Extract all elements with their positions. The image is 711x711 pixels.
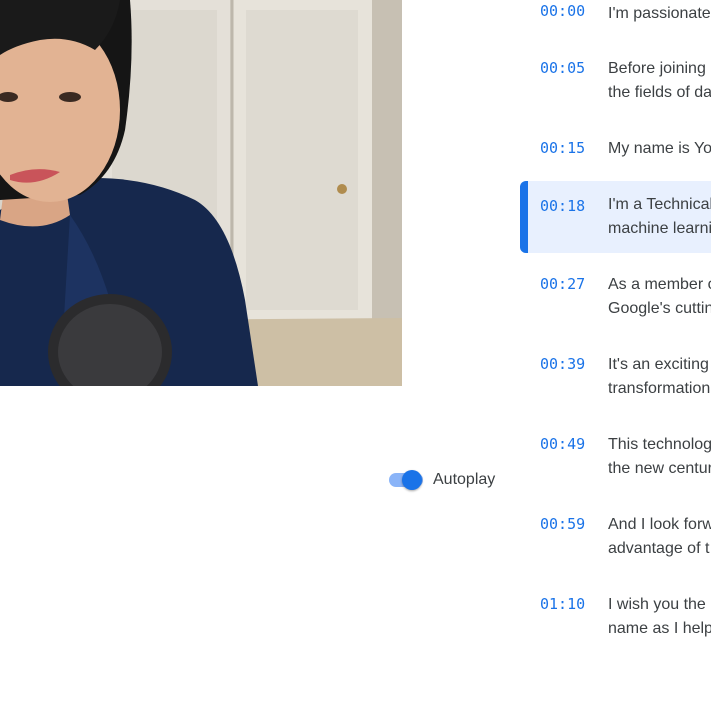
transcript-text: My name is Yo (608, 140, 711, 157)
transcript-text: Before joining the fields of da (608, 60, 711, 101)
timestamp-link[interactable]: 00:39 (540, 355, 585, 373)
transcript-text: As a member o Google's cuttin (608, 276, 711, 317)
transcript-entry[interactable]: 00:59 And I look forw advantage of t (520, 513, 711, 571)
transcript-text: It's an exciting transformation (608, 356, 711, 397)
timestamp-link[interactable]: 00:27 (540, 275, 585, 293)
transcript-entry[interactable]: 00:15 My name is Yo (520, 137, 711, 167)
video-player[interactable] (0, 0, 402, 386)
transcript-entry[interactable]: 00:05 Before joining the fields of da (520, 57, 711, 115)
autoplay-switch[interactable] (387, 468, 425, 492)
timestamp-link[interactable]: 00:18 (540, 197, 585, 215)
timestamp-link[interactable]: 01:10 (540, 595, 585, 613)
transcript-text: This technolog the new centur (608, 436, 711, 477)
timestamp-link[interactable]: 00:15 (540, 139, 585, 157)
timestamp-link[interactable]: 00:05 (540, 59, 585, 77)
transcript-entry[interactable]: 01:10 I wish you the l name as I help (520, 593, 711, 651)
timestamp-link[interactable]: 00:00 (540, 2, 585, 20)
transcript-text: I'm a Technical machine learni (608, 196, 711, 237)
video-frame (0, 0, 402, 386)
transcript-entry[interactable]: 00:27 As a member o Google's cuttin (520, 273, 711, 331)
transcript-entry[interactable]: 00:39 It's an exciting transformation (520, 353, 711, 411)
transcript-text: I'm passionate (608, 5, 711, 22)
timestamp-link[interactable]: 00:49 (540, 435, 585, 453)
transcript-text: I wish you the l name as I help (608, 596, 711, 637)
transcript-entry[interactable]: 00:49 This technolog the new centur (520, 433, 711, 491)
transcript-text: And I look forw advantage of t (608, 516, 711, 557)
toggle-thumb (402, 470, 422, 490)
timestamp-link[interactable]: 00:59 (540, 515, 585, 533)
transcript-entry[interactable]: 00:00 I'm passionate (520, 0, 711, 40)
transcript-entry-active[interactable]: 00:18 I'm a Technical machine learni (520, 181, 711, 253)
autoplay-label: Autoplay (433, 471, 496, 488)
autoplay-toggle[interactable]: Autoplay (387, 467, 495, 493)
